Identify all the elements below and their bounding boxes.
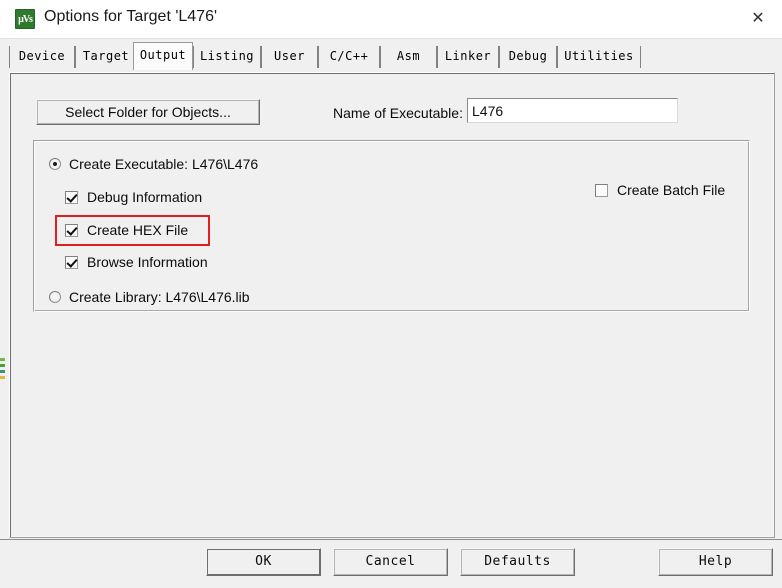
checkbox-create-hex-file-label: Create HEX File <box>87 222 189 238</box>
tab-strip: Device Target Output Listing User C/C++ … <box>0 40 782 73</box>
tab-asm[interactable]: Asm <box>380 46 437 68</box>
radio-create-executable-label: Create Executable: L476\L476 <box>69 156 259 172</box>
tab-listing[interactable]: Listing <box>193 46 261 68</box>
tab-debug[interactable]: Debug <box>499 46 557 68</box>
name-of-executable-label: Name of Executable: <box>333 105 463 121</box>
title-bar: µVs Options for Target 'L476' ✕ <box>0 0 782 39</box>
defaults-button[interactable]: Defaults <box>460 548 575 576</box>
checkbox-debug-information[interactable]: Debug Information <box>65 189 202 205</box>
select-folder-for-objects-button[interactable]: Select Folder for Objects... <box>36 99 260 125</box>
checkmark-icon <box>65 224 78 237</box>
help-button[interactable]: Help <box>658 548 773 576</box>
checkbox-debug-information-label: Debug Information <box>87 189 203 205</box>
radio-on-icon <box>49 158 61 170</box>
tab-target[interactable]: Target <box>75 46 137 68</box>
tab-output[interactable]: Output <box>133 42 193 70</box>
checkbox-empty-icon <box>595 184 608 197</box>
uvision-logo-icon: µVs <box>15 9 35 29</box>
checkbox-browse-information[interactable]: Browse Information <box>65 254 208 270</box>
ok-button[interactable]: OK <box>206 548 321 576</box>
close-icon[interactable]: ✕ <box>734 0 782 37</box>
name-of-executable-input[interactable] <box>467 98 678 123</box>
checkbox-create-batch-file-label: Create Batch File <box>617 182 726 198</box>
checkmark-icon <box>65 191 78 204</box>
checkbox-create-hex-file[interactable]: Create HEX File <box>65 222 188 238</box>
tab-linker[interactable]: Linker <box>437 46 499 68</box>
radio-create-library[interactable]: Create Library: L476\L476.lib <box>49 289 250 305</box>
page-title: Options for Target 'L476' <box>44 8 218 25</box>
tab-utilities[interactable]: Utilities <box>557 46 641 68</box>
tab-device[interactable]: Device <box>9 46 75 68</box>
radio-create-library-label: Create Library: L476\L476.lib <box>69 289 250 305</box>
tab-c-cpp[interactable]: C/C++ <box>318 46 380 68</box>
checkbox-create-batch-file[interactable]: Create Batch File <box>595 182 725 198</box>
radio-create-executable[interactable]: Create Executable: L476\L476 <box>49 156 258 172</box>
checkbox-browse-information-label: Browse Information <box>87 254 208 270</box>
tab-user[interactable]: User <box>261 46 318 68</box>
background-window-artifact <box>0 358 5 380</box>
cancel-button[interactable]: Cancel <box>333 548 448 576</box>
checkmark-icon <box>65 256 78 269</box>
radio-off-icon <box>49 291 61 303</box>
